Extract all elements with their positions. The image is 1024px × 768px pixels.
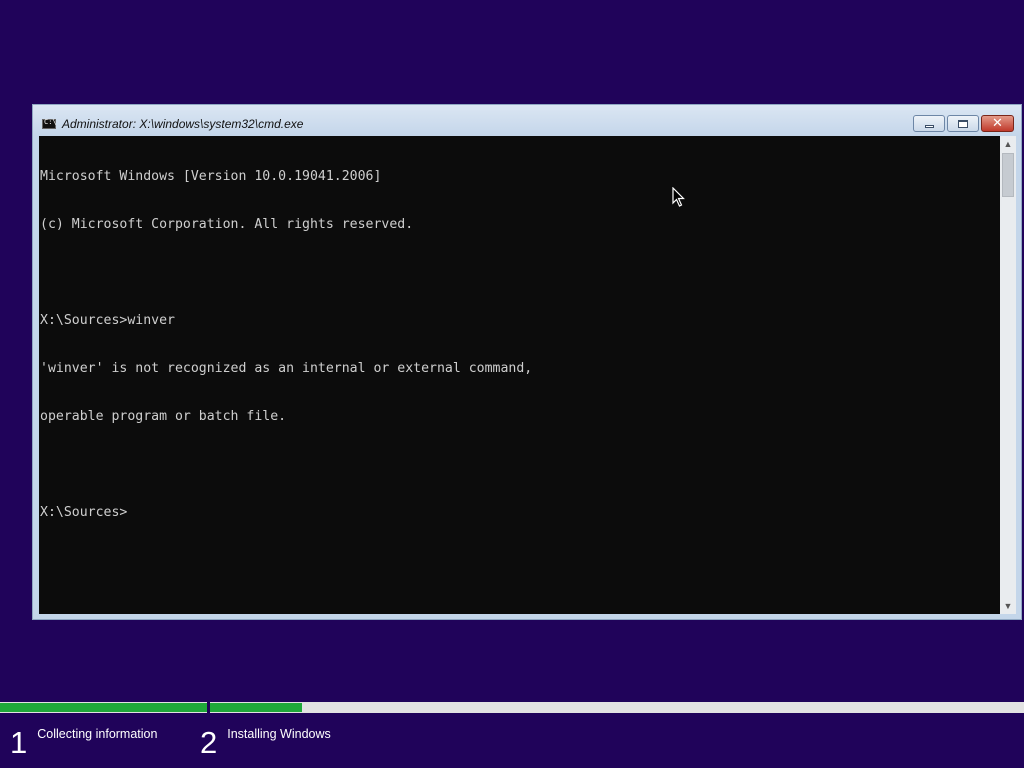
cmd-window: Administrator: X:\windows\system32\cmd.e… [32, 104, 1022, 620]
progress-step-1-fill [0, 703, 207, 712]
setup-progress-bar [0, 702, 1024, 713]
close-button[interactable]: ✕ [981, 115, 1014, 132]
setup-step-2: 2 Installing Windows [200, 726, 331, 760]
scroll-up-button[interactable]: ▲ [1000, 136, 1016, 152]
setup-step-1: 1 Collecting information [10, 726, 157, 760]
maximize-icon [958, 119, 968, 128]
progress-step-2-fill [210, 703, 302, 712]
maximize-button[interactable] [947, 115, 979, 132]
console-line: (c) Microsoft Corporation. All rights re… [40, 217, 414, 232]
console-line: X:\Sources>winver [40, 313, 175, 328]
command-prompt[interactable]: X:\Sources> [40, 505, 532, 521]
console-line: Microsoft Windows [Version 10.0.19041.20… [40, 169, 382, 184]
close-icon: ✕ [992, 116, 1003, 131]
console-output[interactable]: Microsoft Windows [Version 10.0.19041.20… [39, 136, 1000, 614]
console-text: Microsoft Windows [Version 10.0.19041.20… [40, 137, 532, 553]
console-line: operable program or batch file. [40, 409, 287, 424]
step-label: Collecting information [37, 727, 158, 741]
console-line: 'winver' is not recognized as an interna… [40, 361, 533, 376]
step-number: 1 [10, 725, 28, 760]
chevron-down-icon: ▼ [1003, 601, 1013, 611]
scroll-thumb[interactable] [1002, 153, 1014, 197]
minimize-button[interactable] [913, 115, 945, 132]
step-label: Installing Windows [227, 727, 331, 741]
window-title: Administrator: X:\windows\system32\cmd.e… [62, 117, 304, 131]
minimize-icon [924, 124, 934, 128]
scroll-down-button[interactable]: ▼ [1000, 598, 1016, 614]
console-icon[interactable] [42, 118, 57, 129]
title-bar[interactable]: Administrator: X:\windows\system32\cmd.e… [33, 105, 1021, 136]
mouse-pointer-icon [672, 187, 685, 207]
step-number: 2 [200, 725, 218, 760]
chevron-up-icon: ▲ [1003, 139, 1013, 149]
vertical-scrollbar[interactable]: ▲ ▼ [1000, 136, 1016, 614]
